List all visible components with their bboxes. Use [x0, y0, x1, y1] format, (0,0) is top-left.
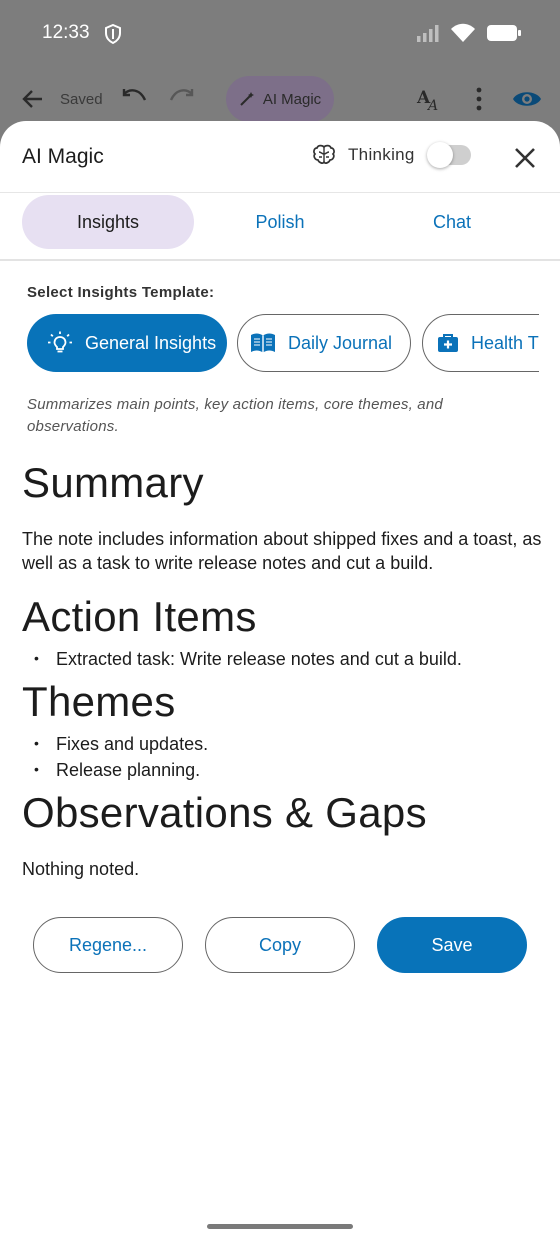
sheet-header: AI Magic Thinking: [0, 121, 560, 193]
chip-health-label: Health T: [471, 332, 539, 353]
regenerate-label: Regene...: [68, 934, 148, 955]
book-icon: [251, 333, 275, 353]
battery-icon: [487, 25, 521, 41]
theme-item: Release planning.: [34, 760, 200, 781]
tab-chat[interactable]: Chat: [366, 195, 538, 249]
editor-toolbar: Saved AI Magic A A: [0, 72, 560, 128]
regenerate-button[interactable]: Regene...: [33, 917, 183, 973]
template-chips: General Insights Daily Journal Health T: [27, 314, 539, 374]
brain-icon: [313, 144, 335, 164]
template-select-label: Select Insights Template:: [27, 284, 215, 301]
svg-text:A: A: [426, 98, 438, 112]
wifi-icon: [451, 23, 475, 42]
copy-button[interactable]: Copy: [205, 917, 355, 973]
saved-status: Saved: [60, 91, 103, 108]
ai-magic-button[interactable]: AI Magic: [226, 76, 334, 122]
sheet-title: AI Magic: [22, 145, 104, 168]
theme-item-text: Fixes and updates.: [56, 734, 209, 754]
medical-kit-icon: [438, 334, 458, 352]
home-indicator[interactable]: [207, 1224, 353, 1229]
status-indicators: [416, 23, 522, 43]
thinking-control: Thinking: [312, 142, 471, 168]
status-time: 12:33: [42, 22, 90, 43]
more-vertical-icon[interactable]: [470, 86, 488, 112]
summary-heading: Summary: [22, 459, 204, 506]
ai-magic-sheet: AI Magic Thinking Insights Polish Chat S…: [0, 121, 560, 1244]
back-arrow-icon[interactable]: [22, 88, 44, 110]
action-item: Extracted task: Write release notes and …: [34, 649, 462, 670]
thinking-toggle[interactable]: [426, 142, 471, 168]
tab-chat-label: Chat: [432, 211, 472, 232]
undo-icon[interactable]: [120, 86, 148, 110]
tab-insights[interactable]: Insights: [22, 195, 194, 249]
copy-label: Copy: [258, 934, 302, 955]
theme-item: Fixes and updates.: [34, 734, 208, 755]
chip-general-insights-label: General Insights: [85, 332, 217, 353]
font-style-icon[interactable]: A A: [416, 86, 442, 112]
thinking-label: Thinking: [348, 145, 415, 164]
tab-bar: Insights Polish Chat: [0, 193, 560, 261]
save-label: Save: [431, 934, 473, 955]
chip-general-insights[interactable]: General Insights: [27, 314, 227, 372]
observations-text: Nothing noted.: [22, 859, 140, 879]
eye-icon[interactable]: [512, 88, 542, 110]
signal-icon: [417, 25, 439, 42]
summary-text: The note includes information about ship…: [22, 529, 542, 573]
themes-heading: Themes: [22, 678, 176, 725]
action-items-heading: Action Items: [22, 593, 257, 640]
lightbulb-icon: [48, 331, 72, 353]
toggle-knob: [426, 142, 453, 168]
redo-icon[interactable]: [168, 86, 196, 110]
shield-icon: [105, 24, 121, 44]
tab-insights-label: Insights: [76, 211, 140, 232]
observations-heading: Observations & Gaps: [22, 789, 427, 836]
tab-polish[interactable]: Polish: [194, 195, 366, 249]
tab-polish-label: Polish: [255, 211, 305, 232]
chip-health[interactable]: Health T: [422, 314, 539, 372]
status-bar: 12:33: [0, 0, 560, 66]
close-icon[interactable]: [512, 145, 538, 171]
action-item-text: Extracted task: Write release notes and …: [56, 649, 462, 669]
save-button[interactable]: Save: [377, 917, 527, 973]
magic-wand-icon: [240, 92, 254, 106]
theme-item-text: Release planning.: [56, 760, 201, 780]
chip-daily-journal-label: Daily Journal: [288, 332, 393, 353]
ai-magic-label: AI Magic: [262, 90, 322, 108]
chip-daily-journal[interactable]: Daily Journal: [237, 314, 411, 372]
template-description: Summarizes main points, key action items…: [27, 396, 443, 435]
